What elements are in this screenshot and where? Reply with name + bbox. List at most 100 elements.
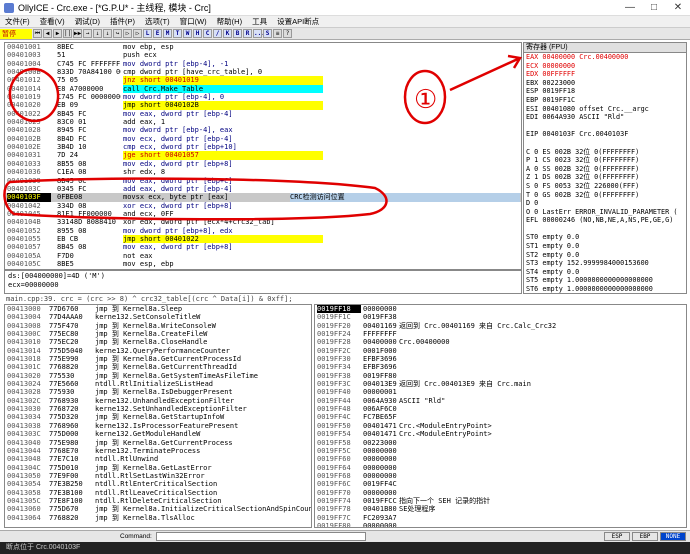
stack-row[interactable]: 0019FF38 0019FF80 [315,372,686,380]
menu-plugins[interactable]: 插件(P) [105,16,140,27]
toolbar-button[interactable]: T [173,29,182,38]
dump-row[interactable]: 0041301C 7768820 jmp 到 Kernel8a.GetCurrent… [5,363,311,371]
menu-api-breakpoints[interactable]: 设置API断点 [272,16,324,27]
toolbar-button[interactable]: ◀ [43,29,52,38]
register-line[interactable]: EBP 0019FF1C [524,96,686,105]
command-input[interactable] [155,532,366,541]
dump-row[interactable]: 00413004 77D4AAA0 kerne132.SetConsoleTitle… [5,313,311,321]
register-line[interactable]: Z 1 DS 002B 32位 0(FFFFFFFF) [524,173,686,182]
register-line[interactable]: ST2 empty 0.0 [524,251,686,260]
stack-row[interactable]: 0019FF34 EFBF3696 [315,363,686,371]
dump-row[interactable]: 00413060 775D670 jmp 到 Kernel8a.Initialize… [5,505,311,513]
register-line[interactable]: T 0 GS 002B 32位 0(FFFFFFFF) [524,191,686,200]
toolbar-button[interactable]: ▷ [123,29,132,38]
dump-row[interactable]: 0041303C 775D000 kerne132.GetModuleHandleW [5,430,311,438]
stack-row[interactable]: 0019FF24 FFFFFFFF [315,330,686,338]
disasm-row[interactable]: 00401036 C1EA 08 shr edx, 8 [5,168,521,176]
disasm-row[interactable]: 00401001 8BEC mov ebp, esp [5,43,521,51]
stack-row[interactable]: 0019FF18 00000000 [315,305,686,314]
register-line[interactable]: EFL 00000246 (NO,NB,NE,A,NS,PE,GE,G) [524,216,686,225]
disasm-row[interactable]: 00401014 E8 A7000000 call Crc.Make_Table [5,84,521,94]
ebp-button[interactable]: EBP [632,532,658,541]
toolbar-button[interactable]: → [83,29,92,38]
toolbar-button[interactable]: ? [283,29,292,38]
disasm-row[interactable]: 0040103C 0345 FC add eax, dword ptr [ebp-4… [5,185,521,193]
register-line[interactable]: ST1 empty 0.0 [524,242,686,251]
menu-view[interactable]: 查看(V) [35,16,70,27]
dump-row[interactable]: 00413038 7768960 kerne132.IsProcessorFeatu… [5,422,311,430]
stack-row[interactable]: 0019FF2C 0001F000 [315,347,686,355]
toolbar-button[interactable]: ... [253,29,265,38]
disasm-row[interactable]: 00401057 8B45 08 mov eax, dword ptr [ebp+8… [5,243,521,251]
register-line[interactable] [524,122,686,131]
stack-row[interactable]: 0019FF50 00401471 Crc.<ModuleEntryPoint> [315,422,686,430]
stack-row[interactable]: 0019FF78 00401B80 SE处理程序 [315,505,686,513]
register-line[interactable]: O 0 LastErr ERROR_INVALID_PARAMETER ( [524,208,686,217]
stack-row[interactable]: 0019FF40 00000001 [315,388,686,396]
stack-row[interactable]: 0019FF68 00000000 [315,472,686,480]
menu-tools[interactable]: 工具 [247,16,272,27]
register-line[interactable]: ST0 empty 0.0 [524,233,686,242]
disasm-row[interactable]: 0040104B 33148D 8088410 xor edx, dword ptr… [5,218,521,226]
dump-row[interactable]: 0041304C 775D010 jmp 到 Kernel8a.GetLastErr… [5,464,311,472]
registers-pane[interactable]: 寄存器 (FPU) EAX 00400000 Crc.00400000 ECX 0… [523,42,687,294]
toolbar-button[interactable]: B [233,29,242,38]
toolbar-button[interactable]: K [223,29,232,38]
memory-dump-pane[interactable]: 00413000 77D6760 jmp 到 Kernel8a.Sleep 00413… [4,304,312,528]
dump-row[interactable]: 00413044 7768E70 kerne132.TerminateProcess [5,447,311,455]
dump-row[interactable]: 00413064 7768820 jmp 到 Kernel8a.TlsAlloc [5,514,311,522]
disasm-row[interactable]: 0040105A F7D0 not eax [5,252,521,260]
stack-row[interactable]: 0019FF5C 00000000 [315,447,686,455]
disasm-row[interactable]: 00401022 8B45 FC mov eax, dword ptr [ebp-4… [5,110,521,118]
stack-row[interactable]: 0019FF48 006AF6C0 [315,405,686,413]
disasm-row[interactable]: 0040102B 8B4D FC mov ecx, dword ptr [ebp-4… [5,135,521,143]
menu-options[interactable]: 选项(T) [140,16,175,27]
register-line[interactable]: ECX 00000000 [524,62,686,71]
dump-row[interactable]: 00413008 775F470 jmp 到 Kernel8a.WriteConso… [5,322,311,330]
register-line[interactable]: EAX 00400000 Crc.00400000 [524,53,686,62]
disasm-row[interactable]: 00401028 8945 FC mov dword ptr [ebp-4], ea… [5,126,521,134]
stack-row[interactable]: 0019FF60 00000000 [315,455,686,463]
toolbar-button[interactable]: ↓ [103,29,112,38]
toolbar-button[interactable]: || [63,29,72,38]
menu-window[interactable]: 窗口(W) [175,16,212,27]
dump-row[interactable]: 00413058 77E3B100 ntdll.RtlLeaveCriticalSe… [5,489,311,497]
stack-row[interactable]: 0019FF7C FC2093A7 [315,514,686,522]
toolbar-button[interactable]: ↪ [113,29,122,38]
dump-row[interactable]: 00413010 775EC20 jmp 到 Kernel8a.CloseHandl… [5,338,311,346]
dump-row[interactable]: 0041305C 77E8F100 ntdll.RtlDeleteCriticalS… [5,497,311,505]
toolbar-button[interactable]: / [213,29,222,38]
stack-row[interactable]: 0019FF54 00401471 Crc.<ModuleEntryPoint> [315,430,686,438]
dump-row[interactable]: 00413018 775E990 jmp 到 Kernel8a.GetCurrent… [5,355,311,363]
minimize-button[interactable]: — [618,2,642,13]
toolbar-button[interactable]: E [153,29,162,38]
toolbar-button[interactable]: S [263,29,272,38]
dump-row[interactable]: 00413014 775D5040 kerne132.QueryPerformanc… [5,347,311,355]
register-line[interactable]: ST4 empty 0.0 [524,268,686,277]
dump-row[interactable]: 0041302C 7768930 kerne132.UnhandledExcepti… [5,397,311,405]
register-line[interactable]: ST5 empty 1.0000000000000000000 [524,276,686,285]
register-line[interactable]: ESP 0019FF18 [524,87,686,96]
menu-debug[interactable]: 调试(D) [70,16,105,27]
register-line[interactable]: D 0 [524,199,686,208]
menu-file[interactable]: 文件(F) [0,16,35,27]
dump-row[interactable]: 00413020 775530 jmp 到 Kernel8a.GetSystemTi… [5,372,311,380]
dump-row[interactable]: 00413040 775E980 jmp 到 Kernel8a.GetCurrent… [5,439,311,447]
disasm-row[interactable]: 0040102E 3B4D 10 cmp ecx, dword ptr [ebp+1… [5,143,521,151]
dump-row[interactable]: 00413024 77E5660 ntdll.RtlInitializeSListH… [5,380,311,388]
stack-row[interactable]: 0019FF44 0064A930 ASCII "Rld" [315,397,686,405]
disasm-row[interactable]: 0040103F 0FBE08 movsx ecx, byte ptr [eax] C… [5,193,521,202]
toolbar-button[interactable]: ▶▶ [73,29,82,38]
register-line[interactable] [524,139,686,148]
menu-help[interactable]: 帮助(H) [212,16,247,27]
disasm-row[interactable]: 00401025 83C0 01 add eax, 1 [5,118,521,126]
toolbar-button[interactable]: M [163,29,172,38]
toolbar-button[interactable]: L [143,29,152,38]
toolbar-button[interactable]: ▶ [53,29,62,38]
stack-row[interactable]: 0019FF20 00401169 返回到 Crc.00401169 来自 Crc.… [315,322,686,330]
register-line[interactable]: EDI 0064A930 ASCII "Rld" [524,113,686,122]
stack-row[interactable]: 0019FF6C 0019FF4C [315,480,686,488]
dump-row[interactable]: 00413054 77E3B250 ntdll.RtlEnterCriticalSe… [5,480,311,488]
toolbar-button[interactable]: R [243,29,252,38]
stack-row[interactable]: 0019FF30 EFBF3696 [315,355,686,363]
